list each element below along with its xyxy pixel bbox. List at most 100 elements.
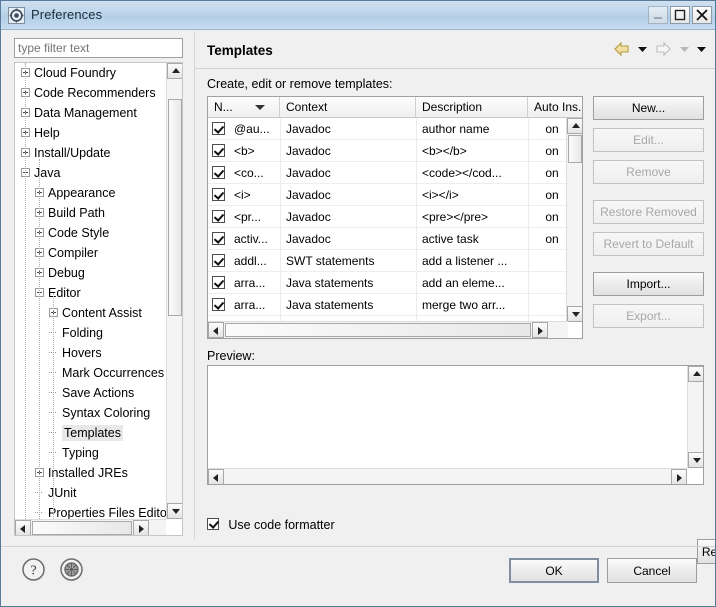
row-enabled-checkbox-cell[interactable] (212, 250, 232, 272)
sidebar-item-installed-jres[interactable]: Installed JREs (15, 463, 167, 483)
sidebar-item-code-style[interactable]: Code Style (15, 223, 167, 243)
row-enabled-checkbox-cell[interactable] (212, 294, 232, 316)
table-row[interactable]: addl... SWT statements add a listener ... (208, 250, 568, 272)
restore-defaults-button[interactable]: Restore Defaults (697, 539, 715, 564)
preview-vertical-scrollbar[interactable] (687, 366, 703, 468)
table-scroll-right-button[interactable] (532, 322, 548, 338)
column-header-description[interactable]: Description (416, 97, 528, 117)
row-enabled-checkbox[interactable] (212, 298, 225, 312)
table-hscroll-thumb[interactable] (225, 323, 531, 337)
row-enabled-checkbox-cell[interactable] (212, 228, 232, 250)
sidebar-item-data-management[interactable]: Data Management (15, 103, 167, 123)
import-templates-button[interactable]: Import... (593, 272, 704, 296)
sidebar-item-help[interactable]: Help (15, 123, 167, 143)
tree-horizontal-scrollbar[interactable] (15, 519, 166, 535)
back-arrow-icon[interactable] (613, 41, 631, 60)
row-enabled-checkbox-cell[interactable] (212, 118, 232, 140)
sort-descending-icon[interactable] (255, 105, 265, 110)
sidebar-item-save-actions[interactable]: Save Actions (15, 383, 167, 403)
row-enabled-checkbox[interactable] (212, 276, 225, 290)
tree-vertical-scrollbar[interactable] (166, 63, 182, 519)
table-scroll-left-button[interactable] (208, 322, 224, 338)
minimize-icon[interactable] (648, 6, 668, 24)
row-enabled-checkbox-cell[interactable] (212, 184, 232, 206)
tree-hscroll-thumb[interactable] (32, 521, 132, 535)
preview-horizontal-scrollbar[interactable] (208, 468, 687, 484)
column-header-context[interactable]: Context (280, 97, 416, 117)
title-bar[interactable]: Preferences (1, 1, 715, 30)
sidebar-item-mark-occurrences[interactable]: Mark Occurrences (15, 363, 167, 383)
table-row[interactable]: <b> Javadoc <b></b> on (208, 140, 568, 162)
sidebar-item-build-path[interactable]: Build Path (15, 203, 167, 223)
row-enabled-checkbox[interactable] (212, 166, 225, 180)
sidebar-item-folding[interactable]: Folding (15, 323, 167, 343)
row-enabled-checkbox[interactable] (212, 188, 225, 202)
sidebar-item-code-recommenders[interactable]: Code Recommenders (15, 83, 167, 103)
row-enabled-checkbox[interactable] (212, 232, 225, 246)
sidebar-item-content-assist[interactable]: Content Assist (15, 303, 167, 323)
view-menu-chevron-down-icon[interactable] (696, 41, 707, 60)
sidebar-item-install-update[interactable]: Install/Update (15, 143, 167, 163)
row-enabled-checkbox-cell[interactable] (212, 272, 232, 294)
table-row[interactable]: <pr... Javadoc <pre></pre> on (208, 206, 568, 228)
sidebar-item-debug[interactable]: Debug (15, 263, 167, 283)
sidebar-item-templates[interactable]: Templates (15, 423, 167, 443)
edit-template-button[interactable]: Edit... (593, 128, 704, 152)
preferences-tree[interactable]: Cloud Foundry Code Recommenders Data Manag… (14, 62, 183, 536)
row-enabled-checkbox-cell[interactable] (212, 206, 232, 228)
templates-table[interactable]: N... Context Description Auto Ins. @au..… (207, 96, 583, 339)
column-header-auto-insert[interactable]: Auto Ins. (528, 97, 582, 117)
restore-removed-button[interactable]: Restore Removed (593, 200, 704, 224)
sidebar-item-java[interactable]: Java (15, 163, 167, 183)
maximize-icon[interactable] (670, 6, 690, 24)
column-header-name[interactable]: N... (208, 97, 280, 117)
preview-scroll-down-button[interactable] (688, 452, 703, 468)
table-row[interactable]: arra... Java statements merge two arr... (208, 294, 568, 316)
sidebar-item-typing[interactable]: Typing (15, 443, 167, 463)
table-row[interactable]: @au... Javadoc author name on (208, 118, 568, 140)
table-row[interactable]: <co... Javadoc <code></cod... on (208, 162, 568, 184)
sidebar-item-junit[interactable]: JUnit (15, 483, 167, 503)
sidebar-item-editor[interactable]: Editor (15, 283, 167, 303)
row-enabled-checkbox-cell[interactable] (212, 162, 232, 184)
table-row[interactable]: arra... Java statements add an eleme... (208, 272, 568, 294)
use-code-formatter-row[interactable]: Use code formatter (207, 517, 335, 532)
table-row[interactable]: <i> Javadoc <i></i> on (208, 184, 568, 206)
search-input[interactable] (14, 38, 183, 58)
help-question-icon[interactable]: ? (21, 557, 46, 585)
tree-scroll-left-button[interactable] (15, 520, 31, 535)
tree-scroll-down-button[interactable] (167, 503, 182, 519)
back-menu-chevron-down-icon[interactable] (637, 41, 648, 60)
globe-settings-icon[interactable] (59, 557, 84, 585)
row-enabled-checkbox[interactable] (212, 210, 225, 224)
revert-to-default-button[interactable]: Revert to Default (593, 232, 704, 256)
preview-scroll-left-button[interactable] (208, 469, 224, 484)
tree-scroll-up-button[interactable] (167, 63, 182, 79)
table-scroll-up-button[interactable] (567, 118, 582, 134)
row-enabled-checkbox[interactable] (212, 254, 225, 268)
close-icon[interactable] (692, 6, 712, 24)
row-enabled-checkbox[interactable] (212, 122, 225, 136)
ok-button[interactable]: OK (509, 558, 599, 583)
cancel-button[interactable]: Cancel (607, 558, 697, 583)
table-scroll-down-button[interactable] (567, 306, 582, 322)
row-enabled-checkbox[interactable] (212, 144, 225, 158)
row-enabled-checkbox-cell[interactable] (212, 140, 232, 162)
sidebar-item-compiler[interactable]: Compiler (15, 243, 167, 263)
remove-template-button[interactable]: Remove (593, 160, 704, 184)
sidebar-item-cloud-foundry[interactable]: Cloud Foundry (15, 63, 167, 83)
table-scroll-thumb[interactable] (568, 135, 582, 163)
new-template-button[interactable]: New... (593, 96, 704, 120)
use-code-formatter-checkbox[interactable] (207, 517, 219, 530)
preview-panel[interactable] (207, 365, 704, 485)
sidebar-item-hovers[interactable]: Hovers (15, 343, 167, 363)
sidebar-item-syntax-coloring[interactable]: Syntax Coloring (15, 403, 167, 423)
tree-scroll-thumb[interactable] (168, 99, 182, 316)
preview-scroll-right-button[interactable] (671, 469, 687, 484)
preview-scroll-up-button[interactable] (688, 366, 703, 382)
table-row[interactable]: activ... Javadoc active task on (208, 228, 568, 250)
table-vertical-scrollbar[interactable] (566, 118, 582, 322)
sidebar-item-appearance[interactable]: Appearance (15, 183, 167, 203)
export-templates-button[interactable]: Export... (593, 304, 704, 328)
table-horizontal-scrollbar[interactable] (208, 321, 568, 338)
